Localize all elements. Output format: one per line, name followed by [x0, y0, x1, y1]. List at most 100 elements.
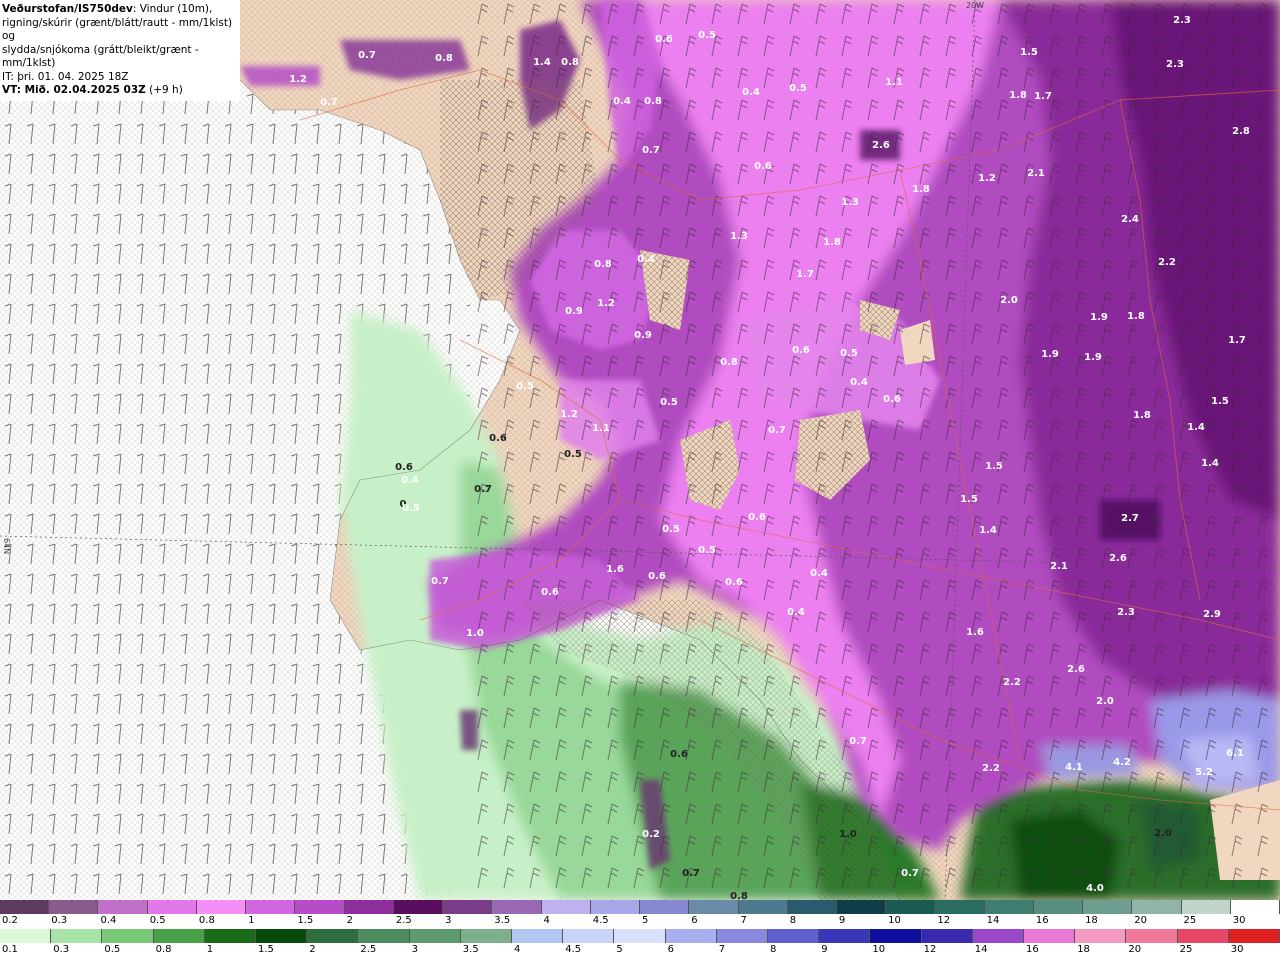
precip-value-label: 2.6 [1109, 553, 1127, 564]
legend-swatch [0, 929, 52, 943]
legend-label: 0.2 [2, 915, 18, 926]
precip-value-label: 1.9 [1090, 312, 1108, 323]
legend-swatch [541, 900, 591, 914]
precip-value-label: 0.7 [320, 97, 338, 108]
precip-value-label: 0.6 [655, 34, 673, 45]
legend-label: 6 [667, 944, 674, 955]
legend-swatch [1181, 900, 1231, 914]
precip-value-label: 4.0 [1086, 883, 1104, 894]
precip-value-label: 0.6 [725, 577, 743, 588]
legend-swatch [972, 929, 1025, 943]
legend-swatch [246, 900, 296, 914]
legend-swatch [0, 900, 50, 914]
product-title: Veðurstofan/IS750dev [2, 3, 133, 15]
lat-gridline-label: 64N [2, 538, 11, 554]
legend-swatch [689, 900, 739, 914]
legend-swatch [460, 929, 513, 943]
legend-swatch [1083, 900, 1133, 914]
precip-value-label: 2.4 [1121, 214, 1139, 225]
legend-label: 0.3 [53, 944, 70, 955]
legend-label: 2.5 [360, 944, 377, 955]
precip-value-label: 1.5 [1211, 396, 1229, 407]
lon-gridline-label: 20W [966, 1, 984, 10]
precip-value-label: 0.5 [660, 397, 678, 408]
precip-value-label: 2.7 [1121, 513, 1139, 524]
precip-value-label: 1.3 [841, 197, 859, 208]
legend-swatch [935, 900, 985, 914]
legend-label: 30 [1230, 944, 1244, 955]
legend-swatch [256, 929, 308, 943]
legend-label: 1 [206, 944, 214, 955]
legend-swatch [49, 900, 99, 914]
legend-label: 30 [1232, 915, 1246, 926]
precip-value-label: 0.8 [720, 357, 738, 368]
precip-value-label: 2.2 [1158, 257, 1176, 268]
legend-label: 3 [411, 944, 418, 955]
precip-value-label: 0.4 [810, 568, 828, 579]
precip-value-label: 0.4 [787, 607, 805, 618]
precip-value-label: 1.8 [912, 184, 930, 195]
legend-label: 10 [888, 915, 901, 926]
legend-label: 12 [923, 944, 937, 955]
precip-value-label: 0.5 [789, 83, 807, 94]
precip-value-label: 0.8 [594, 259, 612, 270]
snow-legend-labels: 0.2 0.3 0.4 0.5 0.8 1 1.5 2 2.5 3 3.5 4 4.5 5 6 7 8 9 10 12… [0, 915, 1280, 929]
precip-value-label: 0.8 [730, 891, 748, 900]
legend-label: 2.5 [395, 915, 412, 926]
precip-value-label: 0.6 [489, 433, 507, 444]
legend-swatch [295, 900, 345, 914]
precip-value-label: 0.7 [682, 868, 700, 879]
precip-value-label: 0.4 [850, 377, 868, 388]
precip-value-label: 1.0 [466, 628, 484, 639]
legend-label: 6 [691, 915, 698, 926]
legend-swatch [921, 929, 973, 943]
legend-label: 0.1 [2, 944, 18, 955]
precip-value-label: 0.5 [698, 30, 716, 41]
legend-swatch [409, 929, 461, 943]
legend-swatch [1228, 929, 1280, 943]
precip-value-label: 1.7 [1228, 335, 1246, 346]
legend-swatch [1230, 900, 1280, 914]
legend-swatch [819, 929, 871, 943]
legend-swatch [344, 900, 394, 914]
color-legend: 0.2 0.3 0.4 0.5 0.8 1 1.5 2 2.5 3 3.5 4 4.5 5 6 7 8 9 10 12… [0, 900, 1280, 958]
legend-swatch [307, 929, 359, 943]
precip-value-label: 1.4 [1187, 422, 1205, 433]
precip-value-label: 1.2 [978, 173, 996, 184]
legend-label: 5 [616, 944, 623, 955]
weather-map: 20W 64N 0.7 1.2 0.7 0.8 1.4 0.8 0.6 0.5 0.4 0.8 0.… [0, 0, 1280, 900]
precip-value-label: 2.9 [1203, 609, 1221, 620]
precip-value-label: 1.1 [885, 77, 903, 88]
precip-value-label: 0.7 [358, 50, 376, 61]
legend-swatch [393, 900, 444, 914]
precip-value-label: 1.5 [1020, 47, 1038, 58]
precip-value-label: 0.6 [541, 587, 559, 598]
product-description-3: slydda/snjókoma (grátt/bleikt/grænt - mm… [2, 43, 199, 70]
legend-swatch [836, 900, 887, 914]
legend-label: 25 [1183, 915, 1197, 926]
legend-swatch [1126, 929, 1178, 943]
legend-swatch [716, 929, 769, 943]
precip-value-label: 2.3 [1117, 607, 1135, 618]
precip-value-label: 0.6 [754, 161, 772, 172]
precip-value-label: 1.2 [289, 74, 307, 85]
precip-value-label: 0.7 [431, 576, 449, 587]
legend-label: 10 [872, 944, 886, 955]
product-description-2: rigning/skúrir (grænt/blátt/rautt - mm/1… [2, 16, 233, 43]
legend-swatch [102, 929, 154, 943]
precip-value-label: 1.7 [1034, 91, 1052, 102]
map-info-box: Veðurstofan/IS750dev: Vindur (10m), rign… [0, 0, 240, 101]
legend-label: 16 [1035, 915, 1049, 926]
precip-value-label: 1.4 [1201, 458, 1219, 469]
legend-swatch [768, 929, 820, 943]
precip-value-label: 2.2 [1003, 677, 1021, 688]
precip-value-label: 0.6 [748, 512, 766, 523]
precip-value-label: 0.2 [642, 829, 660, 840]
precip-value-label: 0.4 [742, 87, 760, 98]
precip-value-label: 2.0 [1096, 696, 1114, 707]
precip-value-label: 1.2 [597, 298, 615, 309]
legend-label: 3 [445, 915, 452, 926]
legend-swatch [147, 900, 197, 914]
legend-label: 0.8 [198, 915, 215, 926]
precip-value-label: 2.1 [1050, 561, 1068, 572]
